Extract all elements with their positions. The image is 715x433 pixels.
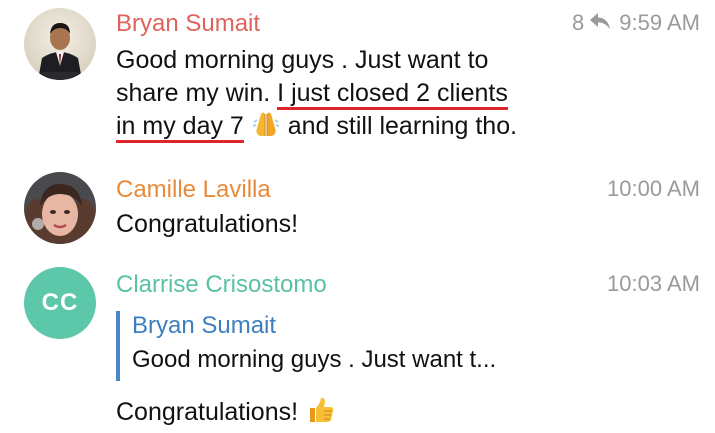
- message-text: Congratulations!: [116, 396, 335, 433]
- avatar-camille[interactable]: [24, 172, 96, 244]
- text-segment: and still learning tho.: [287, 112, 518, 140]
- reply-snippet: Good morning guys . Just want t...: [132, 346, 497, 373]
- message-camille[interactable]: Camille Lavilla 10:00 AM Congratulations…: [0, 160, 715, 255]
- avatar-photo-camille: [24, 172, 96, 244]
- thumbs-up-emoji: [305, 396, 335, 433]
- message-text: Good morning guys . Just want to share m…: [116, 44, 517, 147]
- sender-name[interactable]: Bryan Sumait: [116, 10, 260, 38]
- avatar-clarrise[interactable]: CC: [24, 267, 96, 339]
- message-time: 10:00 AM: [607, 176, 700, 201]
- highlighted-text: in my day 7: [116, 112, 244, 143]
- message-text: Congratulations!: [116, 210, 299, 238]
- highlighted-text: I just closed 2 clients: [277, 79, 508, 110]
- message-meta: 8 9:59 AM: [572, 10, 700, 36]
- avatar-initials: CC: [41, 289, 79, 316]
- folded-hands-emoji: [251, 110, 281, 147]
- text-segment: Congratulations!: [116, 398, 299, 426]
- text-line: Good morning guys . Just want to: [116, 46, 489, 74]
- sender-name[interactable]: Camille Lavilla: [116, 176, 271, 204]
- avatar-photo-bryan: [24, 8, 96, 80]
- text-line: in my day 7 and still learning tho.: [116, 110, 517, 147]
- reply-quote[interactable]: Bryan Sumait Good morning guys . Just wa…: [116, 311, 560, 381]
- message-time: 9:59 AM: [619, 10, 700, 35]
- views-count: 8: [572, 10, 585, 35]
- forward-arrow-icon[interactable]: [589, 10, 611, 36]
- message-meta: 10:03 AM: [607, 271, 700, 297]
- reply-sender-name: Bryan Sumait: [132, 312, 277, 339]
- message-meta: 10:00 AM: [607, 176, 700, 202]
- sender-name[interactable]: Clarrise Crisostomo: [116, 271, 327, 299]
- text-segment: share my win.: [116, 79, 278, 107]
- text-line: share my win. I just closed 2 clients: [116, 77, 517, 110]
- avatar-bryan[interactable]: [24, 8, 96, 80]
- message-bryan[interactable]: Bryan Sumait 8 9:59 AM Good morning guys…: [0, 0, 715, 160]
- message-time: 10:03 AM: [607, 271, 700, 296]
